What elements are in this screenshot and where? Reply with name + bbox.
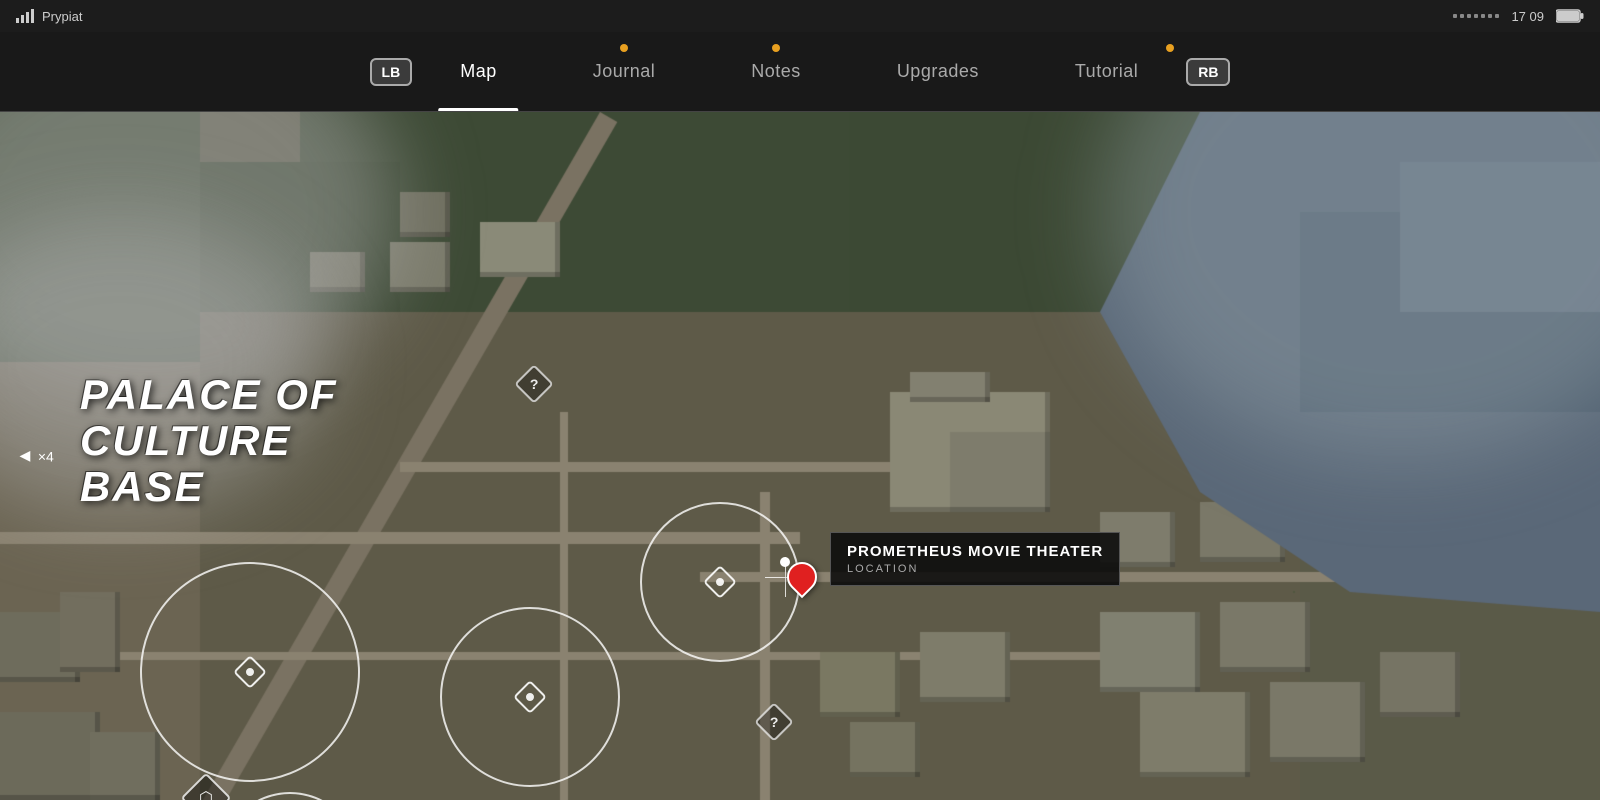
lb-button[interactable]: LB: [370, 58, 413, 86]
tab-upgrades[interactable]: Upgrades: [849, 32, 1027, 111]
circle-center-left-icon: [513, 680, 547, 714]
tab-journal-wrapper: Journal: [545, 32, 704, 111]
nav-bar: LB Map Journal Notes Upgrades Tutorial R…: [0, 32, 1600, 112]
status-right: 17 09: [1453, 9, 1584, 24]
pin-head-icon: [781, 556, 823, 598]
zoom-indicator: ◄ ×4: [16, 446, 54, 467]
battery-icon: [1556, 9, 1584, 23]
location-label: Prypiat: [42, 9, 82, 24]
status-bar: Prypiat 17 09: [0, 0, 1600, 32]
tab-upgrades-wrapper: Upgrades: [849, 32, 1027, 111]
palace-circle[interactable]: [140, 562, 360, 782]
time-display: 17 09: [1511, 9, 1544, 24]
circle-center-icon: [703, 565, 737, 599]
map-container[interactable]: PALACE OF CULTURE BASE ◄ ×4 ⬡ ? ?: [0, 112, 1600, 800]
tab-map[interactable]: Map: [412, 32, 545, 111]
tab-notes[interactable]: Notes: [703, 32, 849, 111]
tab-tutorial[interactable]: Tutorial: [1027, 32, 1186, 111]
tab-map-wrapper: Map: [412, 32, 545, 111]
rb-button[interactable]: RB: [1186, 58, 1230, 86]
location-tooltip: PROMETHEUS MOVIE THEATER LOCATION: [830, 532, 1120, 586]
red-pin[interactable]: [787, 562, 817, 592]
tab-notes-wrapper: Notes: [703, 32, 849, 111]
circle-center-left[interactable]: [440, 607, 620, 787]
zone-name-label: PALACE OF CULTURE BASE: [80, 372, 338, 511]
tab-journal[interactable]: Journal: [545, 32, 704, 111]
tab-tutorial-wrapper: Tutorial: [1027, 32, 1186, 111]
tooltip-subtitle: LOCATION: [847, 563, 1103, 575]
palace-icon: [233, 655, 267, 689]
signal-icon: [16, 9, 34, 23]
status-left: Prypiat: [16, 9, 82, 24]
dots-icon: [1453, 14, 1499, 18]
tooltip-title: PROMETHEUS MOVIE THEATER: [847, 543, 1103, 560]
